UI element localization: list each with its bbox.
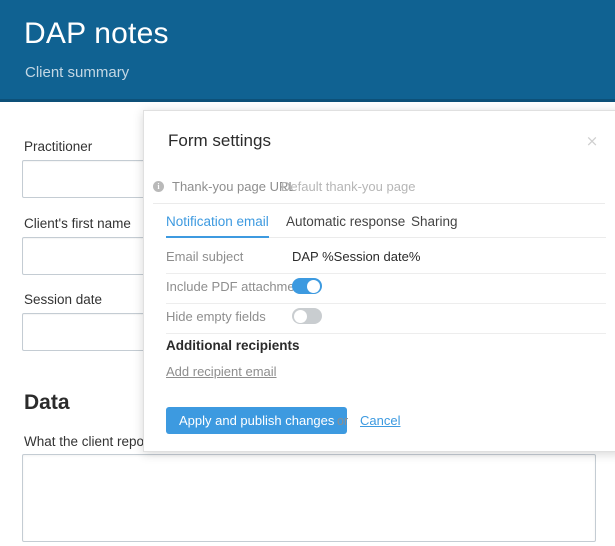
- field-label-practitioner: Practitioner: [24, 139, 93, 154]
- toggle-knob: [307, 279, 320, 293]
- cancel-link[interactable]: Cancel: [360, 412, 400, 430]
- field-label-session-date: Session date: [24, 292, 103, 307]
- toggle-include-pdf-attachment[interactable]: [292, 278, 322, 294]
- info-icon: i: [153, 181, 164, 192]
- toggle-hide-empty-fields[interactable]: [292, 308, 322, 324]
- setting-value-email-subject[interactable]: DAP %Session date%: [292, 248, 420, 266]
- field-label-client-first-name: Client's first name: [24, 216, 131, 231]
- page-subtitle: Client summary: [25, 64, 130, 81]
- setting-label-hide-empty-fields: Hide empty fields: [166, 309, 266, 324]
- tab-automatic-response[interactable]: Automatic response: [286, 213, 405, 236]
- toggle-knob: [294, 309, 307, 323]
- modal-tabs: Notification email Automatic response Sh…: [166, 213, 606, 238]
- or-separator-text: or: [337, 414, 349, 428]
- add-recipient-email-link[interactable]: Add recipient email: [166, 363, 277, 381]
- form-settings-modal: Form settings × i Thank-you page URL Def…: [143, 110, 615, 452]
- thankyou-page-url-value[interactable]: Default thank-you page: [281, 178, 415, 196]
- setting-row-include-pdf: Include PDF attachment: [166, 273, 606, 304]
- setting-row-hide-empty-fields: Hide empty fields: [166, 303, 606, 334]
- section-title-data: Data: [24, 391, 70, 414]
- field-label-client-report: What the client report: [24, 434, 153, 449]
- tab-notification-email[interactable]: Notification email: [166, 213, 269, 238]
- setting-row-email-subject: Email subject DAP %Session date%: [166, 243, 606, 274]
- additional-recipients-title: Additional recipients: [166, 338, 300, 353]
- tab-sharing[interactable]: Sharing: [411, 213, 458, 236]
- apply-and-publish-changes-button[interactable]: Apply and publish changes: [166, 407, 348, 434]
- modal-title: Form settings: [168, 131, 271, 150]
- thankyou-page-url-row[interactable]: i Thank-you page URL Default thank-you p…: [153, 177, 605, 204]
- page-header: DAP notes Client summary: [0, 0, 615, 102]
- page-title: DAP notes: [24, 17, 169, 50]
- thankyou-page-url-label: Thank-you page URL: [172, 179, 296, 194]
- setting-label-email-subject: Email subject: [166, 249, 244, 264]
- client-report-textarea[interactable]: [22, 454, 596, 542]
- setting-label-include-pdf: Include PDF attachment: [166, 279, 306, 294]
- close-icon[interactable]: ×: [584, 133, 600, 149]
